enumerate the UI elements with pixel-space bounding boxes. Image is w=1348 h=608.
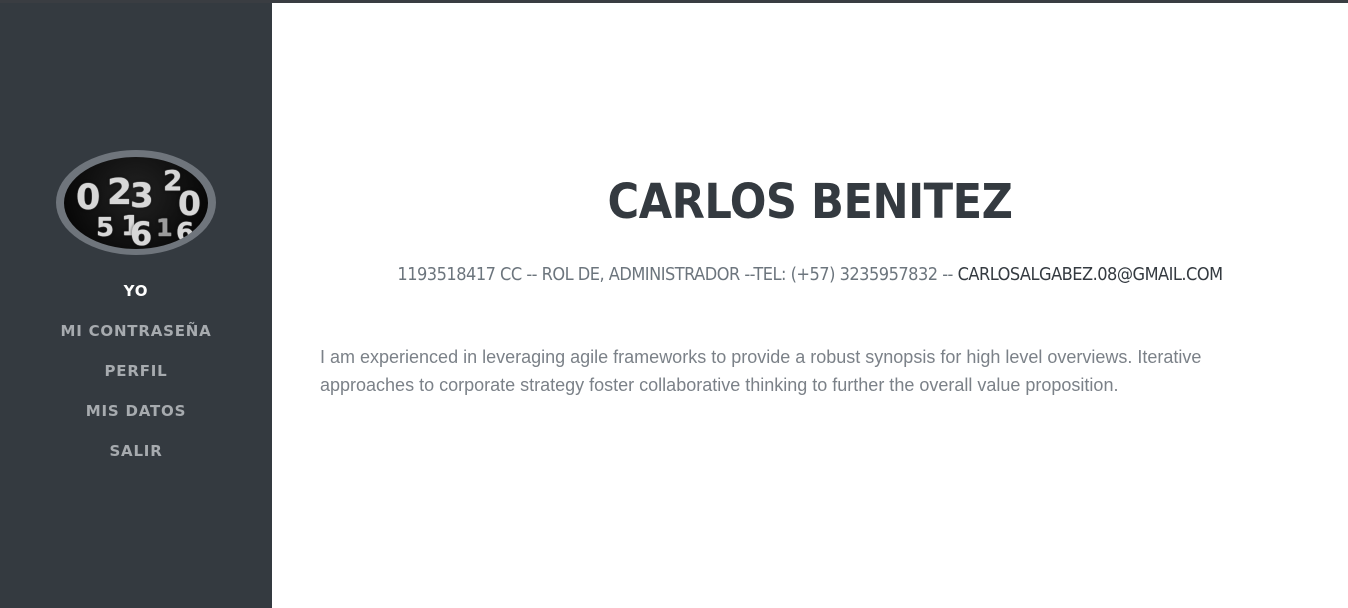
avatar-digit: 1 xyxy=(156,213,173,242)
sidebar-item-mis-datos[interactable]: MIS DATOS xyxy=(0,401,272,441)
avatar-digit: 0 xyxy=(178,183,201,223)
profile-bio: I am experienced in leveraging agile fra… xyxy=(320,347,1202,395)
avatar-digit: 5 xyxy=(96,212,115,243)
sidebar-item-yo[interactable]: YO xyxy=(0,281,272,321)
avatar: 0 2 3 2 0 5 1 6 1 6 xyxy=(56,150,216,255)
avatar-digit: 3 xyxy=(130,175,154,216)
avatar-digit: 2 xyxy=(107,171,133,213)
avatar-digit: 0 xyxy=(76,177,101,218)
avatar-image: 0 2 3 2 0 5 1 6 1 6 xyxy=(64,156,208,249)
sidebar-item-mi-contrasena[interactable]: MI CONTRASEÑA xyxy=(0,321,272,361)
profile-contact-text: 1193518417 CC -- ROL DE, ADMINISTRADOR -… xyxy=(397,264,953,285)
profile-contact-line: 1193518417 CC -- ROL DE, ADMINISTRADOR -… xyxy=(272,262,1348,288)
avatar-digit: 6 xyxy=(130,214,153,249)
profile-email-link[interactable]: CARLOSALGABEZ.08@GMAIL.COM xyxy=(958,264,1224,285)
profile-name: CARLOS BENITEZ xyxy=(607,174,1013,230)
sidebar-item-salir[interactable]: SALIR xyxy=(0,441,272,481)
avatar-digit: 6 xyxy=(176,217,195,248)
sidebar: 0 2 3 2 0 5 1 6 1 6 YO MI CONTRASEÑA PER… xyxy=(0,3,272,608)
sidebar-item-perfil[interactable]: PERFIL xyxy=(0,361,272,401)
main-content: CARLOS BENITEZ 1193518417 CC -- ROL DE, … xyxy=(272,3,1348,608)
sidebar-nav: YO MI CONTRASEÑA PERFIL MIS DATOS SALIR xyxy=(0,281,272,481)
